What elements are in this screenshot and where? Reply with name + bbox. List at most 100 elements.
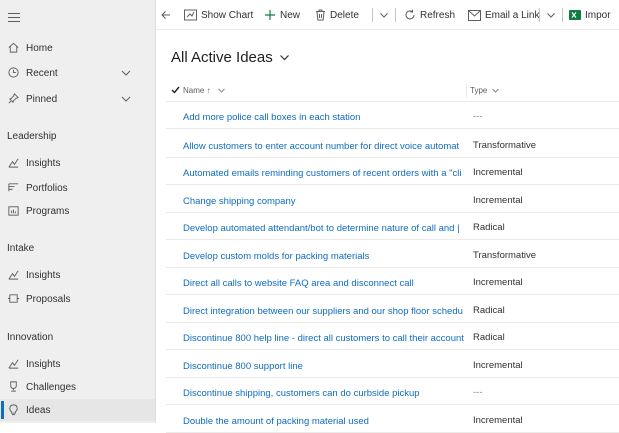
table-row[interactable]: Direct integration between our suppliers… [166, 300, 619, 323]
sidebar-item-portfolios[interactable]: Portfolios [0, 177, 155, 199]
plus-icon [265, 10, 275, 20]
refresh-button[interactable]: Refresh [404, 0, 456, 29]
separator [562, 8, 563, 22]
idea-name-link[interactable]: Discontinue shipping, customers can do c… [183, 388, 470, 399]
show-chart-label: Show Chart [201, 9, 254, 21]
sidebar-item-label: Pinned [26, 93, 58, 105]
sidebar-item-proposals[interactable]: Proposals [0, 288, 155, 310]
sidebar-item-innovation-insights[interactable]: Insights [0, 353, 155, 375]
import-button[interactable]: Impor [569, 0, 611, 29]
idea-type: --- [473, 111, 483, 122]
idea-type: Radical [473, 332, 505, 343]
table-row[interactable]: Discontinue shipping, customers can do c… [166, 382, 619, 405]
idea-name-link[interactable]: Direct integration between our suppliers… [183, 306, 470, 317]
table-row[interactable]: Discontinue 800 support line Incremental [166, 355, 619, 378]
trash-icon [316, 9, 325, 21]
sidebar-item-label: Insights [26, 157, 61, 169]
idea-name-link[interactable]: Direct all calls to website FAQ area and… [183, 278, 470, 289]
trophy-icon [10, 381, 17, 392]
proposals-icon [7, 294, 20, 303]
home-icon [8, 42, 19, 53]
chevron-down-icon [492, 88, 500, 93]
idea-type: Incremental [473, 360, 523, 371]
insights-chart-icon [8, 270, 19, 280]
refresh-icon [405, 9, 415, 20]
idea-name-link[interactable]: Develop automated attendant/bot to deter… [183, 223, 470, 234]
chevron-down-icon[interactable] [120, 93, 132, 105]
sidebar-item-pinned[interactable]: Pinned [0, 88, 155, 110]
table-row[interactable]: Automated emails reminding customers of … [166, 162, 619, 185]
table-row[interactable]: Add more police call boxes in each stati… [166, 106, 619, 129]
sidebar-item-label: Programs [26, 205, 70, 217]
table-row[interactable]: Develop automated attendant/bot to deter… [166, 217, 619, 240]
sidebar-item-recent[interactable]: Recent [0, 62, 155, 84]
sidebar-item-challenges[interactable]: Challenges [0, 376, 155, 398]
idea-type: --- [473, 387, 483, 398]
idea-name-link[interactable]: Change shipping company [183, 196, 470, 207]
new-button[interactable]: New [264, 0, 301, 29]
table-row[interactable]: Direct all calls to website FAQ area and… [166, 272, 619, 295]
sidebar-item-intake-insights[interactable]: Insights [0, 264, 155, 286]
clock-icon [8, 67, 19, 78]
insights-chart-icon [8, 359, 19, 369]
table-row[interactable]: Double the amount of packing material us… [166, 410, 619, 433]
idea-type: Incremental [473, 415, 523, 426]
column-header-name-label: Name ↑ [183, 86, 211, 95]
insights-chart-icon [8, 158, 19, 168]
sidebar-item-label: Insights [26, 358, 61, 370]
column-header-type[interactable]: Type [470, 86, 500, 95]
section-header-innovation: Innovation [7, 332, 54, 343]
sidebar-item-programs[interactable]: Programs [0, 200, 155, 222]
back-button[interactable] [160, 0, 176, 29]
pin-icon [8, 93, 19, 104]
sidebar-item-label: Recent [26, 67, 58, 79]
table-row[interactable]: Allow customers to enter account number … [166, 135, 619, 158]
email-link-icon [468, 9, 481, 21]
idea-type: Radical [473, 305, 505, 316]
programs-chart-icon [8, 206, 19, 216]
idea-name-link[interactable]: Automated emails reminding customers of … [183, 168, 470, 179]
delete-button[interactable]: Delete [315, 0, 359, 29]
refresh-label: Refresh [420, 9, 456, 21]
import-label: Impor [585, 9, 611, 21]
idea-name-link[interactable]: Discontinue 800 support line [183, 361, 470, 372]
chevron-down-icon [380, 13, 388, 18]
column-header-name[interactable]: Name ↑ [183, 86, 226, 95]
idea-name-link[interactable]: Develop custom molds for packing materia… [183, 251, 470, 262]
separator [539, 8, 540, 22]
column-divider[interactable] [466, 83, 467, 98]
hamburger-menu-icon[interactable] [8, 13, 20, 22]
chevron-down-icon [279, 55, 289, 61]
idea-type: Radical [473, 222, 505, 233]
sidebar-item-ideas[interactable]: Ideas [0, 399, 155, 421]
idea-name-link[interactable]: Add more police call boxes in each stati… [183, 112, 470, 123]
idea-name-link[interactable]: Discontinue 800 help line - direct all c… [183, 333, 470, 344]
idea-name-link[interactable]: Double the amount of packing material us… [183, 416, 470, 427]
select-all-checkmark-icon[interactable] [171, 86, 180, 94]
idea-type: Incremental [473, 167, 523, 178]
grid-header: Name ↑ Type [166, 80, 619, 102]
sidebar-item-label: Challenges [26, 381, 77, 393]
sidebar-item-label: Portfolios [26, 182, 68, 194]
section-header-intake: Intake [7, 243, 35, 254]
view-selector[interactable]: All Active Ideas [171, 49, 290, 66]
table-row[interactable]: Discontinue 800 help line - direct all c… [166, 327, 619, 350]
new-label: New [280, 9, 301, 21]
delete-more-dropdown[interactable] [379, 0, 393, 29]
email-link-button[interactable]: Email a Link [468, 0, 540, 29]
email-more-dropdown[interactable] [546, 0, 560, 29]
sidebar-item-home[interactable]: Home [0, 37, 155, 59]
show-chart-button[interactable]: Show Chart [184, 0, 254, 29]
idea-name-link[interactable]: Allow customers to enter account number … [183, 141, 470, 152]
table-row[interactable]: Develop custom molds for packing materia… [166, 245, 619, 268]
sidebar-item-leadership-insights[interactable]: Insights [0, 152, 155, 174]
idea-type: Incremental [473, 277, 523, 288]
table-row[interactable]: Change shipping company Incremental [166, 190, 619, 213]
command-bar: Show Chart New Delete Refresh Email a Li… [156, 0, 619, 30]
chevron-down-icon[interactable] [120, 67, 132, 79]
sidebar-item-label: Insights [26, 269, 61, 281]
idea-type: Transformative [473, 250, 536, 261]
email-link-label: Email a Link [485, 9, 540, 21]
sidebar-item-label: Home [26, 42, 53, 54]
idea-type: Incremental [473, 195, 523, 206]
